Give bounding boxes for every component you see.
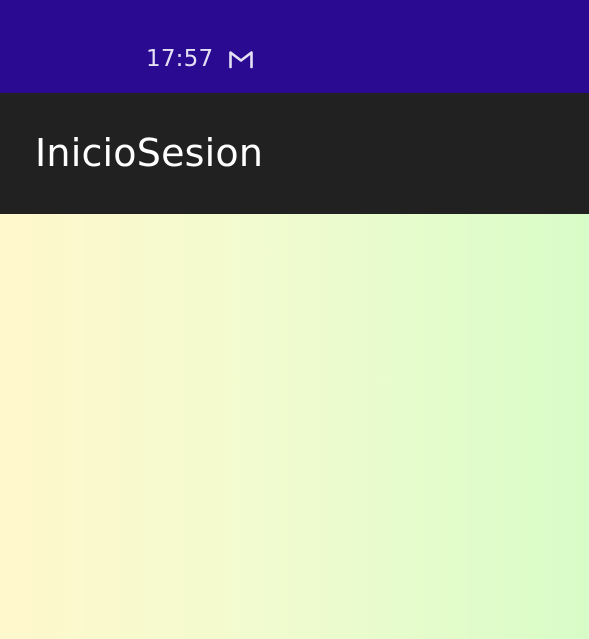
content-area — [0, 214, 589, 639]
status-bar: 17:57 — [0, 0, 589, 93]
status-time: 17:57 — [146, 46, 214, 72]
gmail-icon — [229, 51, 253, 69]
app-bar: InicioSesion — [0, 93, 589, 214]
app-screen: 17:57 InicioSesion — [0, 0, 589, 639]
app-title: InicioSesion — [35, 131, 264, 175]
